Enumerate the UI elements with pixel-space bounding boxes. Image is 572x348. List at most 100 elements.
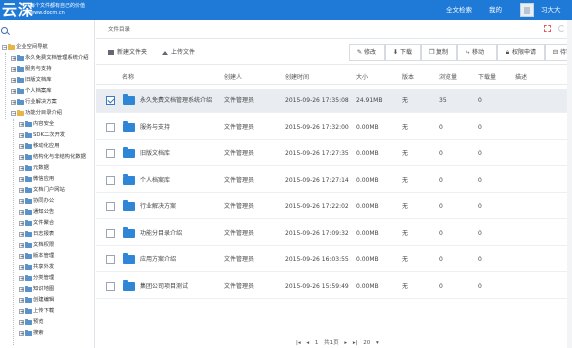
sidebar-item[interactable]: + 文件聚合 (19, 218, 54, 229)
column-views[interactable]: 浏览量 (439, 72, 457, 81)
file-name[interactable]: 永久免费文档管理系统介绍 (140, 89, 212, 112)
table-row[interactable]: 服务与支持 文件管理员 2015-09-26 17:32:00 0.00MB 无 0 0 (96, 116, 572, 140)
file-name[interactable]: 服务与支持 (140, 116, 170, 139)
expand-icon[interactable]: + (19, 221, 24, 227)
scrollbar[interactable] (567, 20, 572, 348)
sidebar-item[interactable]: + 分类管理 (19, 273, 54, 284)
user-name[interactable]: 习大大 (541, 0, 561, 20)
expand-icon[interactable]: + (19, 177, 24, 183)
sidebar-item[interactable]: + 文档权限 (19, 240, 54, 251)
row-checkbox[interactable] (106, 228, 115, 238)
sidebar-item[interactable]: + 结构化与非结构化数据 (19, 152, 86, 163)
expand-icon[interactable]: + (19, 232, 24, 238)
edit-button[interactable]: ✎ 修改 (349, 44, 385, 61)
sidebar-item[interactable]: + 微信应用 (19, 174, 54, 185)
sidebar-item[interactable]: + 移动化应用 (19, 141, 60, 152)
expand-icon[interactable]: + (19, 309, 24, 315)
sidebar-item[interactable]: + 版本管理 (19, 251, 54, 262)
prev-page-button[interactable]: ◂ (306, 340, 309, 346)
expand-icon[interactable]: + (19, 287, 24, 293)
file-name[interactable]: 功能分目录介绍 (140, 222, 182, 245)
last-page-button[interactable]: ▸| (353, 340, 358, 346)
expand-icon[interactable]: + (19, 254, 24, 260)
expand-icon[interactable]: + (19, 243, 24, 249)
copy-button[interactable]: ❐ 复制 (421, 44, 457, 61)
expand-icon[interactable]: + (11, 89, 16, 95)
expand-icon[interactable]: + (19, 133, 24, 139)
permission-request-button[interactable]: 🔒︎ 权限申请 (497, 44, 545, 61)
file-name[interactable]: 行业解决方案 (140, 195, 176, 218)
expand-icon[interactable]: + (19, 265, 24, 271)
row-checkbox[interactable] (106, 96, 115, 105)
next-page-button[interactable]: ▸ (344, 340, 347, 346)
page-size-select[interactable]: 20 ▾ (363, 340, 379, 346)
column-description[interactable]: 描述 (515, 72, 527, 81)
my-menu-link[interactable]: 我的 (489, 0, 502, 20)
file-name[interactable]: 旧版文档库 (140, 142, 170, 165)
sidebar-item[interactable]: + 个人档案库 (11, 86, 52, 97)
collapse-icon[interactable]: − (11, 111, 16, 117)
sidebar-item[interactable]: + 旧版文档库 (11, 75, 52, 86)
row-checkbox[interactable] (106, 122, 115, 132)
search-icon[interactable] (1, 27, 8, 34)
expand-icon[interactable]: + (19, 298, 24, 304)
download-button[interactable]: ⬇ 下载 (385, 44, 421, 61)
row-checkbox[interactable] (106, 149, 115, 158)
expand-icon[interactable]: + (19, 210, 24, 216)
sidebar-item[interactable]: + 元数据 (19, 163, 49, 174)
page-number[interactable]: 1 (315, 340, 319, 346)
expand-icon[interactable]: + (19, 144, 24, 150)
sidebar-item[interactable]: + 预览 (19, 317, 44, 328)
sidebar-item[interactable]: + SDK二次开发 (19, 130, 65, 141)
expand-icon[interactable]: + (11, 67, 16, 73)
expand-icon[interactable]: + (19, 166, 24, 172)
table-row[interactable]: 功能分目录介绍 文件管理员 2015-09-26 17:09:32 0.00MB 无 0 0 (96, 222, 572, 246)
sidebar-item[interactable]: + 协同办公 (19, 196, 54, 207)
column-downloads[interactable]: 下载量 (478, 72, 496, 81)
full-text-search-link[interactable]: 全文检索 (446, 0, 472, 20)
table-row[interactable]: 永久免费文档管理系统介绍 文件管理员 2015-09-26 17:35:08 24.9… (96, 89, 572, 113)
expand-icon[interactable]: + (11, 78, 16, 84)
sidebar-item[interactable]: + 知识地图 (19, 284, 54, 295)
expand-icon[interactable]: + (11, 100, 16, 106)
sidebar-item[interactable]: + 创建编辑 (19, 295, 54, 306)
sidebar-item[interactable]: + 日志报表 (19, 229, 54, 240)
sidebar-item[interactable]: + 通知公告 (19, 207, 54, 218)
table-row[interactable]: 旧版文档库 文件管理员 2015-09-26 17:27:35 0.00MB 无 0 0 (96, 142, 572, 166)
file-name[interactable]: 集团公司项目测试 (140, 275, 188, 298)
upload-button[interactable]: 上传文件 (162, 47, 195, 59)
sidebar-item[interactable]: + 共享外发 (19, 262, 54, 273)
expand-icon[interactable]: + (19, 122, 24, 128)
sidebar-item[interactable]: + 搜索 (19, 328, 44, 339)
column-name[interactable]: 名称 (122, 72, 134, 81)
file-name[interactable]: 应用方案介绍 (140, 248, 176, 271)
row-checkbox[interactable] (106, 175, 115, 185)
sidebar-item[interactable]: + 上传下载 (19, 306, 54, 317)
fullscreen-icon[interactable] (544, 25, 551, 32)
column-version[interactable]: 版本 (402, 72, 414, 81)
first-page-button[interactable]: |◂ (296, 340, 301, 346)
row-checkbox[interactable] (106, 281, 115, 291)
row-checkbox[interactable] (106, 202, 115, 211)
sidebar-item[interactable]: − 功能分目录介绍 (11, 108, 62, 119)
move-button[interactable]: ⤷ 移动 (457, 44, 497, 61)
row-checkbox[interactable] (106, 255, 115, 264)
column-size[interactable]: 大小 (356, 72, 368, 81)
new-folder-button[interactable]: 新建文件夹 (108, 47, 147, 59)
sidebar-item[interactable]: + 行业解决方案 (11, 97, 57, 108)
sidebar-item[interactable]: + 内容安全 (19, 119, 54, 130)
table-row[interactable]: 行业解决方案 文件管理员 2015-09-26 17:22:02 0.00MB 无 0 0 (96, 195, 572, 219)
column-creator[interactable]: 创建人 (224, 72, 242, 81)
sidebar-item[interactable]: − 企业空间导航 (2, 42, 48, 53)
table-row[interactable]: 个人档案库 文件管理员 2015-09-26 17:27:14 0.00MB 无 0 0 (96, 169, 572, 193)
expand-icon[interactable]: + (19, 276, 24, 282)
avatar[interactable] (520, 3, 534, 17)
table-row[interactable]: 应用方案介绍 文件管理员 2015-09-26 16:03:55 0.00MB 无 0 0 (96, 248, 572, 272)
file-name[interactable]: 个人档案库 (140, 169, 170, 192)
expand-icon[interactable]: + (19, 320, 24, 326)
expand-icon[interactable]: + (11, 56, 16, 62)
sidebar-item[interactable]: + 服务与支持 (11, 64, 52, 75)
expand-icon[interactable]: + (19, 188, 24, 194)
table-row[interactable]: 集团公司项目测试 文件管理员 2015-09-26 15:59:49 0.00MB 无 0… (96, 275, 572, 299)
collapse-icon[interactable]: − (2, 45, 7, 51)
